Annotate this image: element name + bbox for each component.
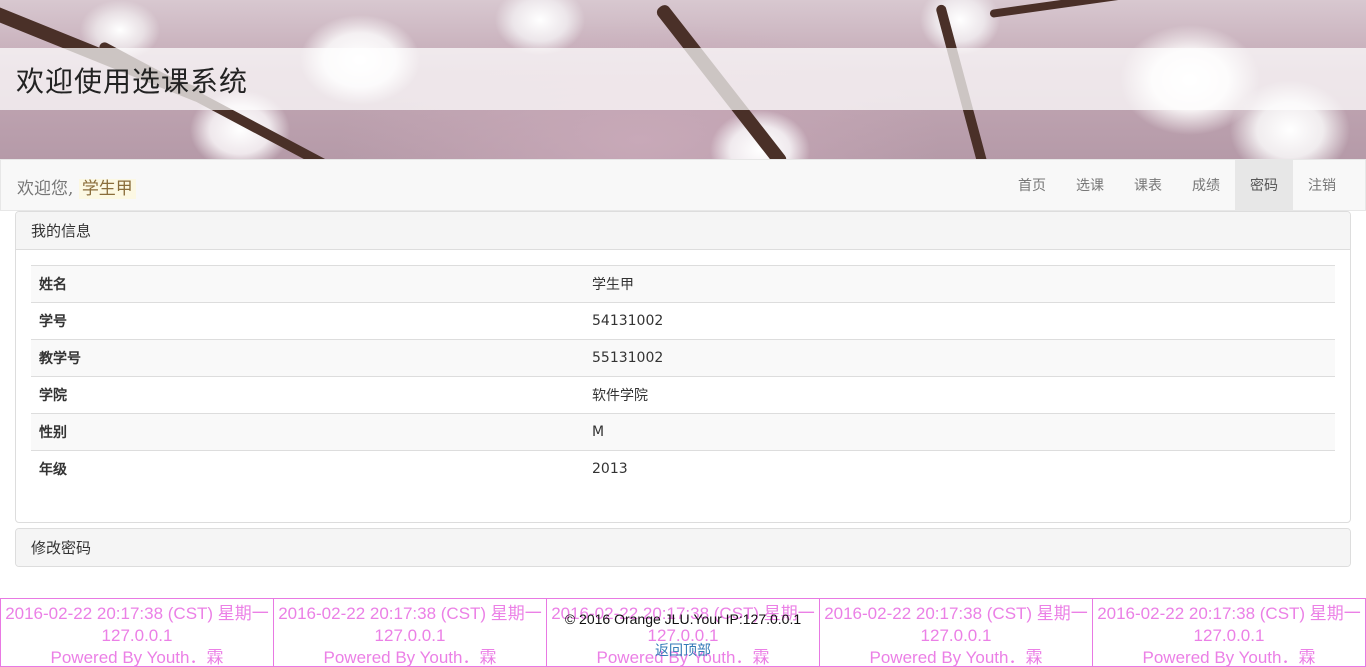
table-row: 学院 软件学院: [31, 376, 1335, 414]
info-key: 学院: [31, 376, 584, 414]
change-password-heading[interactable]: 修改密码: [16, 529, 1350, 566]
back-to-top-link[interactable]: 返回顶部: [0, 640, 1366, 660]
info-key: 年级: [31, 450, 584, 488]
info-value: 2013: [584, 450, 1335, 488]
info-key: 教学号: [31, 339, 584, 377]
my-info-heading: 我的信息: [16, 212, 1350, 250]
nav-item-password[interactable]: 密码: [1235, 160, 1293, 210]
info-key: 学号: [31, 302, 584, 340]
info-value: 55131002: [584, 339, 1335, 377]
table-row: 性别 M: [31, 413, 1335, 451]
info-value: 学生甲: [584, 265, 1335, 303]
welcome-text: 欢迎您, 学生甲: [17, 174, 136, 199]
page-title: 欢迎使用选课系统: [16, 65, 249, 98]
my-info-panel: 我的信息 姓名 学生甲 学号 54131002 教学号 55131002 学院 …: [15, 211, 1351, 523]
table-row: 学号 54131002: [31, 302, 1335, 340]
welcome-prefix: 欢迎您,: [17, 179, 74, 199]
info-table: 姓名 学生甲 学号 54131002 教学号 55131002 学院 软件学院 …: [31, 265, 1335, 488]
nav-item-home[interactable]: 首页: [1003, 160, 1061, 210]
copyright-text: © 2016 Orange JLU.Your IP:127.0.0.1: [564, 611, 802, 627]
info-value: 54131002: [584, 302, 1335, 340]
header-banner: 欢迎使用选课系统: [0, 0, 1366, 160]
info-key: 姓名: [31, 265, 584, 303]
nav-item-logout[interactable]: 注销: [1293, 160, 1351, 210]
table-row: 姓名 学生甲: [31, 265, 1335, 303]
info-key: 性别: [31, 413, 584, 451]
navbar: 欢迎您, 学生甲 首页 选课 课表 成绩 密码 注销: [0, 159, 1366, 211]
table-row: 教学号 55131002: [31, 339, 1335, 377]
banner-branch: [989, 0, 1366, 18]
info-value: 软件学院: [584, 376, 1335, 414]
change-password-panel[interactable]: 修改密码: [15, 528, 1351, 567]
nav-item-schedule[interactable]: 课表: [1119, 160, 1177, 210]
username-highlight[interactable]: 学生甲: [78, 179, 136, 199]
nav-item-select-course[interactable]: 选课: [1061, 160, 1119, 210]
nav-menu: 首页 选课 课表 成绩 密码 注销: [1003, 160, 1351, 210]
nav-item-grades[interactable]: 成绩: [1177, 160, 1235, 210]
table-row: 年级 2013: [31, 450, 1335, 488]
info-value: M: [584, 413, 1335, 451]
